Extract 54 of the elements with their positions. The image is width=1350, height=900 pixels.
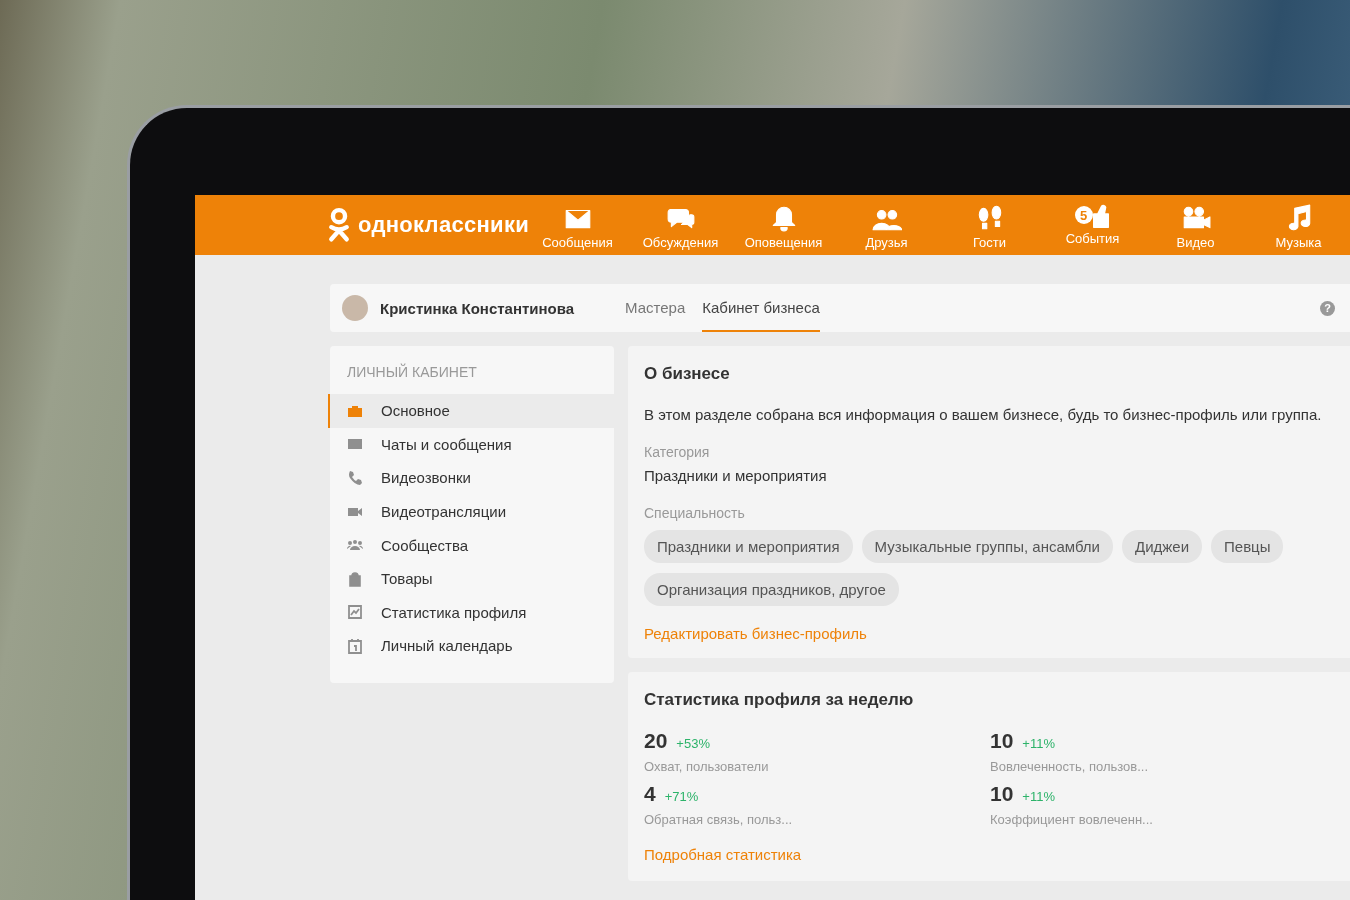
tab[interactable]: Кабинет бизнеса: [702, 284, 820, 332]
logo-icon[interactable]: [328, 207, 350, 243]
specialty-tag: Праздники и мероприятия: [644, 530, 853, 563]
notification-badge: 5: [1074, 206, 1093, 224]
sidebar-item[interactable]: Основное: [328, 394, 614, 428]
stat-value: 10: [990, 729, 1014, 753]
sidebar-item[interactable]: Видеозвонки: [328, 461, 614, 495]
sidebar-item[interactable]: Чаты и сообщения: [328, 427, 614, 462]
stat-label: Вовлеченность, пользов...: [990, 759, 1150, 774]
field-label: Категория: [644, 444, 711, 460]
sidebar-title: ЛИЧНЫЙ КАБИНЕТ: [346, 364, 478, 382]
edit-profile-link[interactable]: Редактировать бизнес-профиль: [644, 625, 1334, 642]
section-title: Статистика профиля за неделю: [644, 690, 915, 710]
stat-label: Охват, пользователи: [644, 759, 770, 774]
stat-change: +71%: [664, 789, 699, 804]
sidebar-item[interactable]: Статистика профиля: [328, 595, 614, 630]
nav-item[interactable]: Видео: [1144, 200, 1247, 250]
tab[interactable]: Мастера: [625, 284, 686, 332]
description-text: В этом разделе собрана вся информация о вашем бизнесе, будь то бизнес-профиль или группа.: [644, 406, 1323, 423]
detailed-stats-link[interactable]: Подробная статистика: [644, 846, 1334, 863]
sidebar-item[interactable]: Видеотрансляции: [328, 494, 614, 529]
specialty-tag: Музыкальные группы, ансамбли: [861, 530, 1113, 563]
stat-change: +11%: [1022, 789, 1055, 804]
specialty-tag: Певцы: [1211, 530, 1284, 563]
sidebar-item[interactable]: Личный календарь: [328, 629, 614, 663]
specialty-tag: Организация праздников, другое: [644, 573, 899, 606]
stat-change: +53%: [676, 736, 710, 751]
nav-item[interactable]: Гости: [938, 200, 1041, 250]
specialty-tag: Диджеи: [1121, 530, 1202, 563]
sidebar-item[interactable]: Сообщества: [328, 528, 614, 562]
logo-text[interactable]: одноклассники: [358, 212, 530, 238]
nav-item[interactable]: Оповещения: [732, 200, 835, 250]
section-title: О бизнесе: [644, 364, 731, 384]
sidebar-item[interactable]: Товары: [328, 561, 614, 596]
calendar-icon: [347, 637, 363, 654]
thumbs-up-icon: [1092, 204, 1109, 228]
stat-value: 20: [644, 729, 668, 753]
user-name[interactable]: Кристинка Константинова: [380, 299, 625, 317]
chart-icon: [347, 604, 363, 621]
help-button[interactable]: ?: [1320, 300, 1335, 316]
nav-item[interactable]: Друзья: [835, 200, 938, 250]
shopping-bag-icon: [347, 570, 363, 587]
stat-label: Коэффициент вовлеченн...: [990, 812, 1154, 827]
field-value: Праздники и мероприятия: [644, 467, 828, 484]
stat-change: +11%: [1022, 736, 1055, 751]
avatar[interactable]: [342, 295, 368, 321]
stat-label: Обратная связь, польз...: [644, 812, 794, 827]
phone-icon: [347, 470, 363, 486]
nav-item[interactable]: Обсуждения: [629, 200, 732, 250]
stat-value: 4: [644, 782, 656, 806]
stat-value: 10: [990, 782, 1014, 806]
nav-item[interactable]: Музыка: [1247, 200, 1350, 250]
field-label: Специальность: [644, 505, 746, 521]
nav-item[interactable]: 5 События: [1041, 200, 1144, 250]
